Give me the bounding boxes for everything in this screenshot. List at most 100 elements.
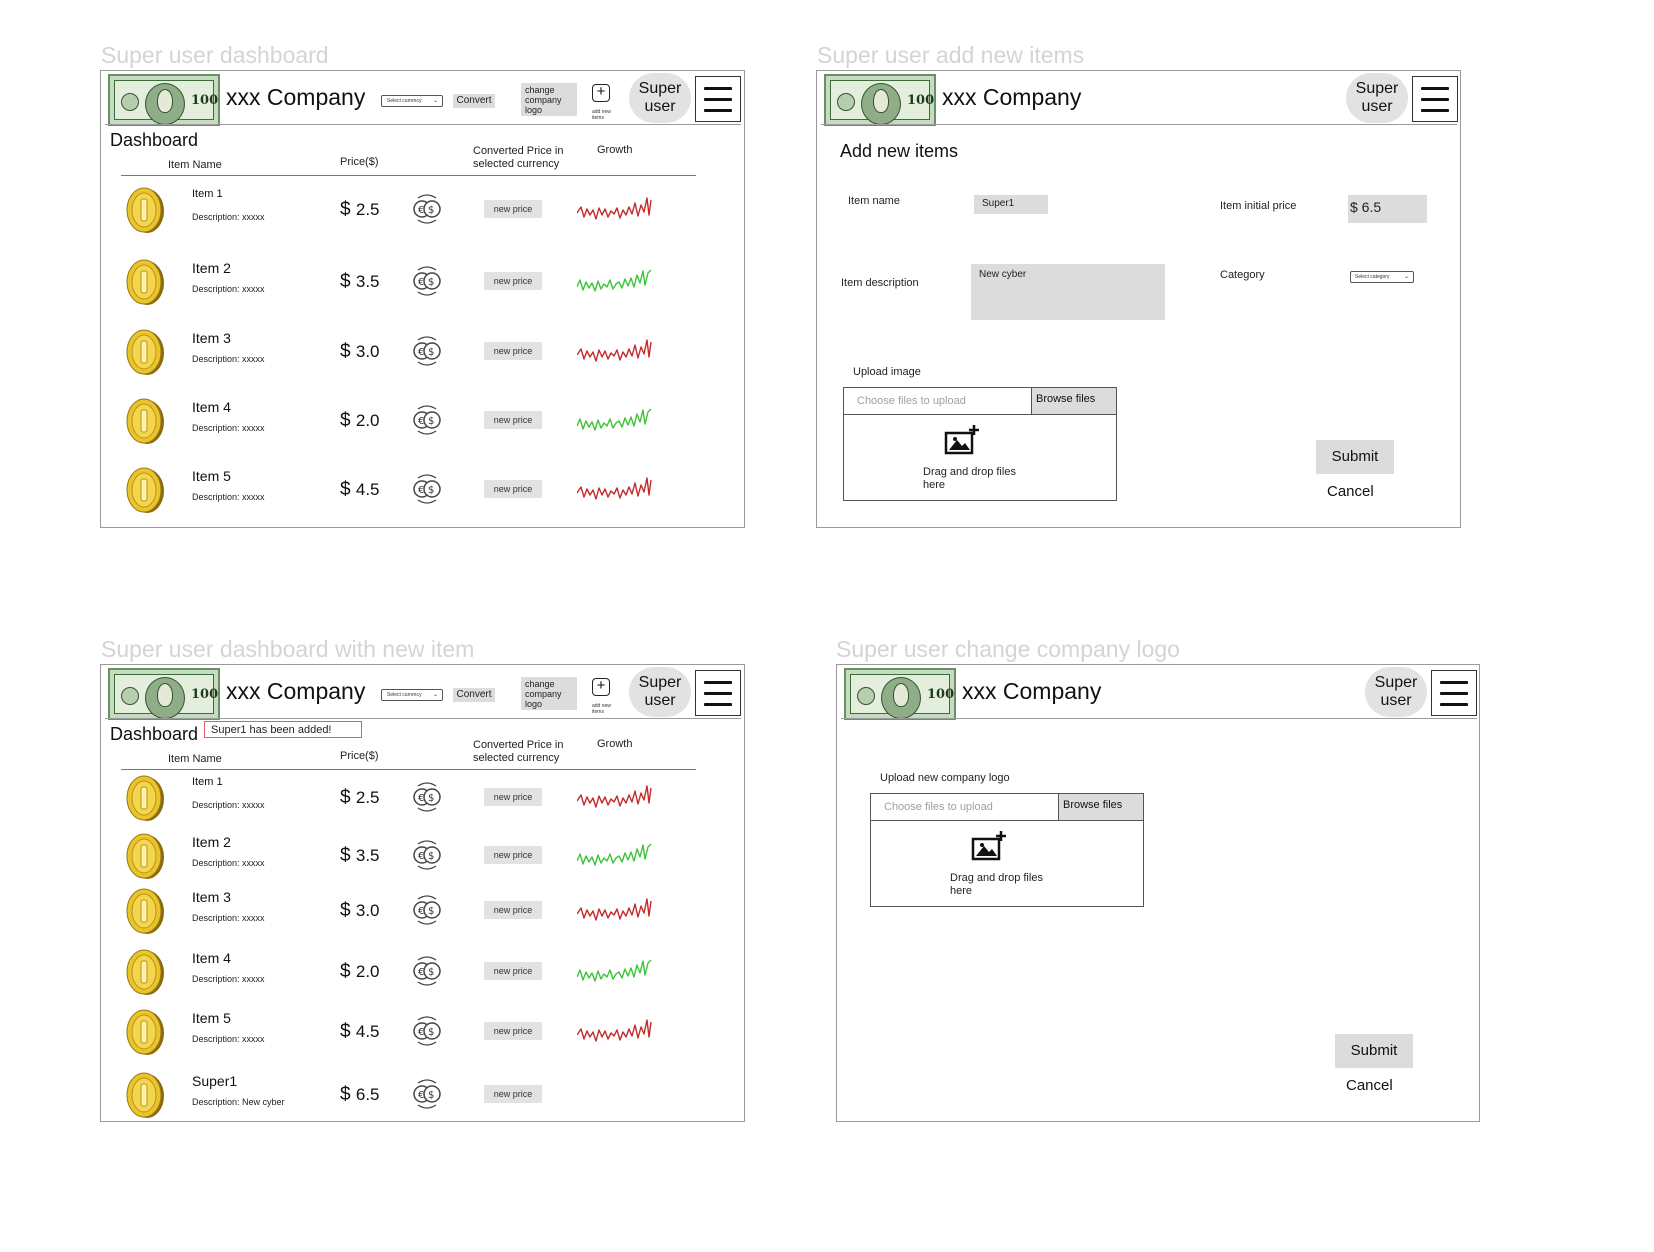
browse-files-button[interactable]: Browse files bbox=[1058, 793, 1144, 821]
user-avatar[interactable]: Super user bbox=[1365, 667, 1427, 717]
section-title-add-items: Super user add new items bbox=[817, 42, 1085, 68]
col-growth: Growth bbox=[597, 738, 633, 750]
item-name-input[interactable]: Super1 bbox=[974, 195, 1048, 214]
new-price-button[interactable]: new price bbox=[484, 1085, 542, 1103]
col-price: Price($) bbox=[340, 156, 379, 168]
price-value: 2.5 bbox=[355, 200, 380, 219]
category-select[interactable]: Select category ⌄ bbox=[1350, 271, 1414, 283]
coin-icon bbox=[125, 396, 165, 446]
item-price: $ 2.0 bbox=[340, 410, 380, 431]
growth-sparkline bbox=[576, 337, 653, 367]
svg-text:$: $ bbox=[428, 416, 434, 427]
cancel-button[interactable]: Cancel bbox=[1346, 1077, 1393, 1094]
convert-button[interactable]: Convert bbox=[453, 688, 495, 702]
item-name: Super1 bbox=[192, 1073, 238, 1089]
company-name: xxx Company bbox=[962, 678, 1102, 704]
convert-currency-icon[interactable]: € $ bbox=[410, 781, 444, 813]
add-image-icon bbox=[944, 425, 979, 455]
new-price-button[interactable]: new price bbox=[484, 788, 542, 806]
drop-zone[interactable]: Drag and drop files here bbox=[870, 820, 1144, 907]
price-value: 3.0 bbox=[355, 342, 380, 361]
new-price-button[interactable]: new price bbox=[484, 411, 542, 429]
convert-currency-icon[interactable]: € $ bbox=[410, 404, 444, 436]
coin-icon bbox=[125, 1007, 165, 1057]
item-description-input[interactable]: New cyber bbox=[971, 264, 1165, 320]
col-converted: Converted Price in selected currency bbox=[473, 145, 564, 170]
item-description: Description: xxxxx bbox=[192, 800, 265, 810]
cancel-button[interactable]: Cancel bbox=[1327, 483, 1374, 500]
svg-text:$: $ bbox=[428, 793, 434, 804]
change-logo-button[interactable]: change company logo bbox=[521, 677, 577, 710]
new-price-button[interactable]: new price bbox=[484, 1022, 542, 1040]
drop-text-line2: here bbox=[950, 885, 973, 897]
item-description: Description: New cyber bbox=[192, 1097, 285, 1107]
file-chooser-placeholder: Choose files to upload bbox=[857, 395, 966, 407]
chevron-down-icon: ⌄ bbox=[1403, 274, 1409, 280]
item-name: Item 4 bbox=[192, 399, 231, 415]
price-value: 3.5 bbox=[355, 846, 380, 865]
browse-files-button[interactable]: Browse files bbox=[1031, 387, 1117, 415]
new-price-button[interactable]: new price bbox=[484, 846, 542, 864]
convert-currency-icon[interactable]: € $ bbox=[410, 839, 444, 871]
success-toast: Super1 has been added! bbox=[204, 721, 362, 738]
item-description: Description: xxxxx bbox=[192, 1034, 265, 1044]
add-item-icon[interactable]: + bbox=[592, 678, 610, 696]
convert-currency-icon[interactable]: € $ bbox=[410, 894, 444, 926]
svg-text:€: € bbox=[418, 1090, 424, 1101]
company-logo: 100 bbox=[844, 668, 956, 720]
item-name: Item 5 bbox=[192, 468, 231, 484]
convert-currency-icon[interactable]: € $ bbox=[410, 335, 444, 367]
menu-button[interactable] bbox=[1431, 670, 1477, 716]
file-chooser[interactable]: Choose files to upload Browse files bbox=[843, 387, 1117, 415]
coin-icon bbox=[125, 886, 165, 936]
menu-button[interactable] bbox=[695, 76, 741, 122]
currency-select[interactable]: Select currency ⌄ bbox=[381, 689, 443, 701]
svg-text:$: $ bbox=[428, 205, 434, 216]
user-avatar[interactable]: Super user bbox=[629, 73, 691, 123]
user-avatar[interactable]: Super user bbox=[629, 667, 691, 717]
growth-sparkline bbox=[576, 1017, 653, 1047]
convert-button[interactable]: Convert bbox=[453, 94, 495, 108]
growth-sparkline bbox=[576, 896, 653, 926]
convert-currency-icon[interactable]: € $ bbox=[410, 193, 444, 225]
new-price-button[interactable]: new price bbox=[484, 480, 542, 498]
convert-currency-icon[interactable]: € $ bbox=[410, 1078, 444, 1110]
file-chooser[interactable]: Choose files to upload Browse files bbox=[870, 793, 1144, 821]
upload-image-label: Upload image bbox=[853, 366, 921, 378]
drop-text-line2: here bbox=[923, 479, 946, 491]
new-price-button[interactable]: new price bbox=[484, 200, 542, 218]
submit-button[interactable]: Submit bbox=[1316, 440, 1394, 474]
convert-currency-icon[interactable]: € $ bbox=[410, 473, 444, 505]
menu-button[interactable] bbox=[695, 670, 741, 716]
add-items-frame: 100 xxx Company Super user Add new items… bbox=[816, 70, 1461, 528]
add-item-icon[interactable]: + bbox=[592, 84, 610, 102]
user-avatar[interactable]: Super user bbox=[1346, 73, 1408, 123]
new-price-button[interactable]: new price bbox=[484, 342, 542, 360]
item-name-label: Item name bbox=[848, 195, 900, 207]
item-price-input[interactable]: $ 6.5 bbox=[1348, 195, 1427, 223]
company-name: xxx Company bbox=[226, 678, 366, 704]
add-image-icon bbox=[971, 831, 1006, 861]
new-price-button[interactable]: new price bbox=[484, 272, 542, 290]
new-price-button[interactable]: new price bbox=[484, 962, 542, 980]
drop-zone[interactable]: Drag and drop files here bbox=[843, 414, 1117, 501]
svg-text:$: $ bbox=[428, 906, 434, 917]
dashboard-new-frame: 100 xxx Company Select currency ⌄ Convert… bbox=[100, 664, 745, 1122]
price-value: 3.5 bbox=[355, 272, 380, 291]
change-logo-button[interactable]: change company logo bbox=[521, 83, 577, 116]
convert-currency-icon[interactable]: € $ bbox=[410, 1015, 444, 1047]
menu-button[interactable] bbox=[1412, 76, 1458, 122]
price-value: 2.0 bbox=[355, 411, 380, 430]
svg-text:$: $ bbox=[428, 277, 434, 288]
item-name: Item 1 bbox=[192, 188, 223, 200]
currency-select[interactable]: Select currency ⌄ bbox=[381, 95, 443, 107]
currency-select-label: Select currency bbox=[387, 692, 422, 698]
svg-text:€: € bbox=[418, 277, 424, 288]
growth-sparkline bbox=[576, 783, 653, 813]
coin-icon bbox=[125, 831, 165, 881]
new-price-button[interactable]: new price bbox=[484, 901, 542, 919]
convert-currency-icon[interactable]: € $ bbox=[410, 265, 444, 297]
file-chooser-placeholder: Choose files to upload bbox=[884, 801, 993, 813]
convert-currency-icon[interactable]: € $ bbox=[410, 955, 444, 987]
submit-button[interactable]: Submit bbox=[1335, 1034, 1413, 1068]
